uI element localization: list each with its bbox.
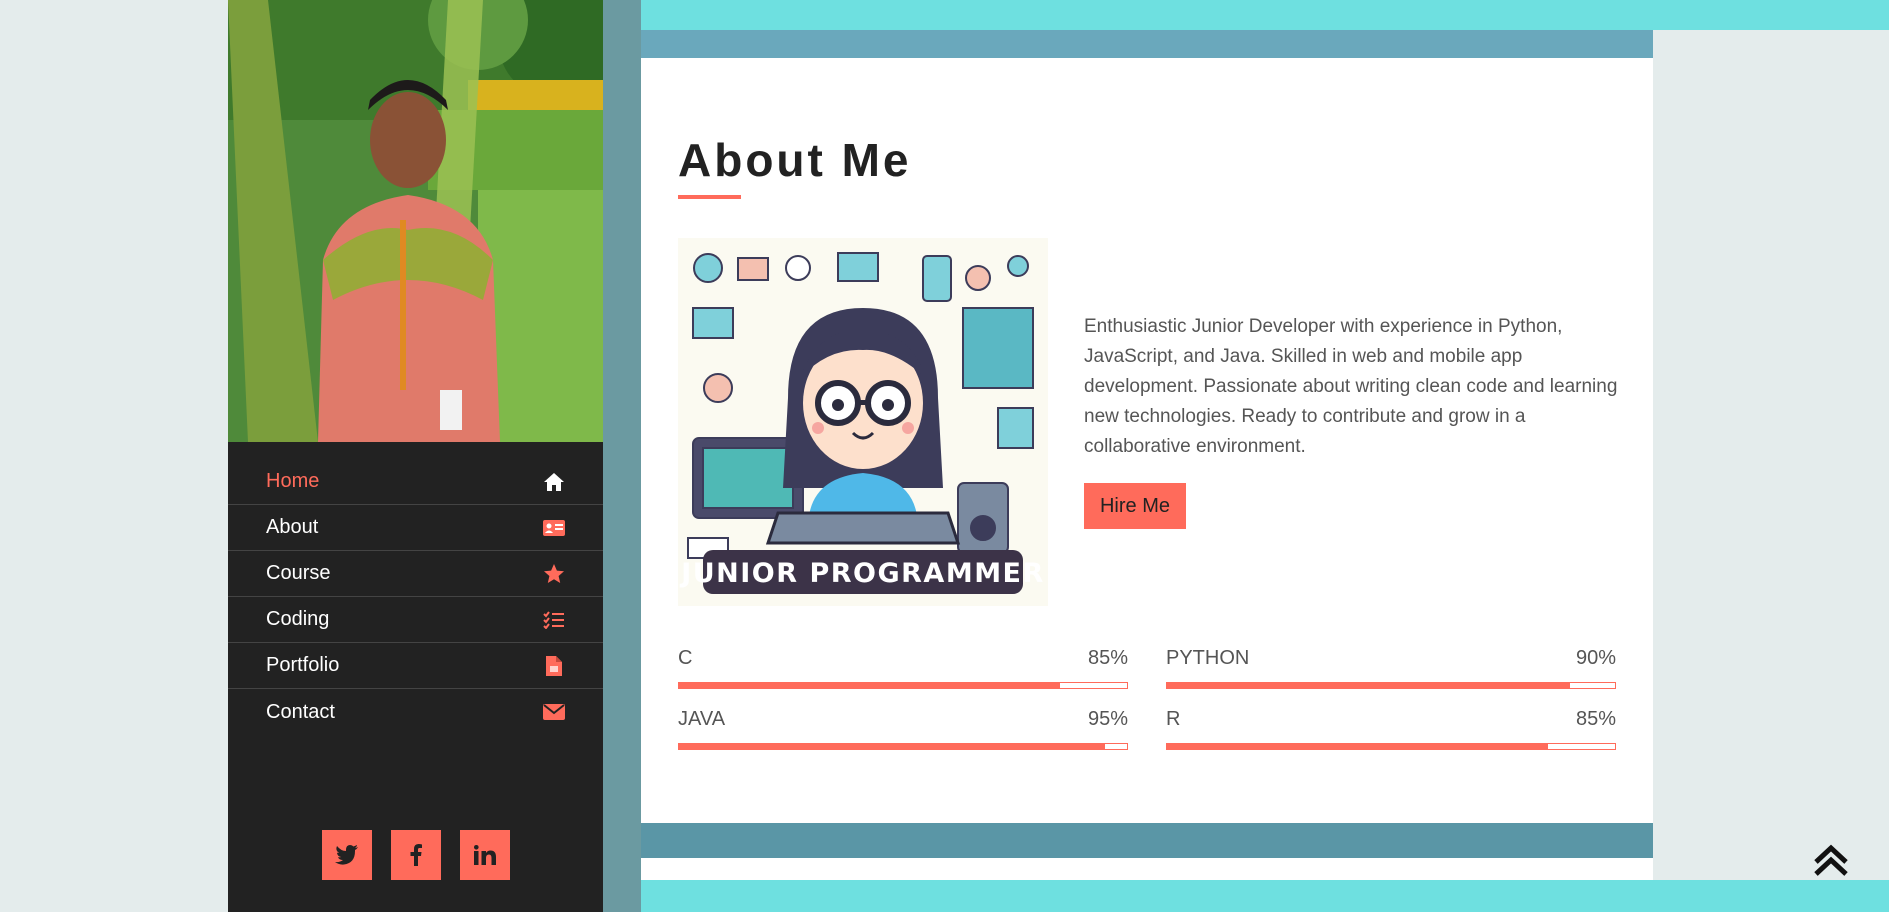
skill-bar [1166,682,1616,689]
nav-item-coding[interactable]: Coding [228,597,603,643]
skill-python: PYTHON 90% [1166,647,1616,689]
twitter-button[interactable] [321,830,372,880]
double-chevron-up-icon [1814,844,1848,876]
nav-label: Contact [266,700,335,723]
nav-label: Portfolio [266,654,340,676]
facebook-button[interactable] [390,830,441,880]
twitter-icon [334,845,358,865]
nav-item-about[interactable]: About [228,505,603,551]
skill-name: R [1166,708,1181,730]
envelope-icon [542,700,566,724]
nav-item-contact[interactable]: Contact [228,689,603,735]
skill-bar [1166,743,1616,750]
skill-bar-fill [679,744,1105,749]
section-title: About Me [678,134,912,186]
skill-r: R 85% [1166,708,1616,750]
illustration-caption: JUNIOR PROGRAMMER [679,558,1045,589]
decorative-band [641,858,1653,880]
file-icon [542,654,566,678]
skill-name: PYTHON [1166,647,1250,669]
decorative-band [641,0,1889,30]
bio-text: Enthusiastic Junior Developer with exper… [1084,316,1618,457]
skill-bar-fill [679,683,1060,688]
nav-item-home[interactable]: Home [228,459,603,505]
title-underline [678,195,741,199]
decorative-band [641,880,1889,912]
skill-name: C [678,647,693,669]
decorative-band [641,823,1653,858]
social-links [228,830,603,880]
nav-label: About [266,516,319,538]
profile-photo [228,0,603,442]
skill-bar [678,682,1128,689]
sidebar: Home About Course Coding Portfolio Conta… [228,0,603,912]
skill-percent: 85% [1575,708,1616,730]
decorative-band [641,30,1653,58]
linkedin-icon [473,845,496,865]
nav-label: Coding [266,608,330,630]
skill-bar-fill [1167,683,1571,688]
skill-java: JAVA 95% [678,708,1128,750]
skill-c: C 85% [678,647,1128,689]
skill-percent: 85% [1087,647,1128,669]
decorative-band [603,0,641,912]
hire-me-button[interactable]: Hire Me [1084,483,1186,529]
skill-percent: 95% [1087,708,1128,730]
linkedin-button[interactable] [459,830,510,880]
skill-bar [678,743,1128,750]
facebook-icon [410,844,422,866]
skill-percent: 90% [1575,647,1616,669]
list-check-icon [542,608,566,632]
about-section: About Me JUNIOR PROGRAMMER Enthusiastic … [641,58,1653,823]
nav-item-portfolio[interactable]: Portfolio [228,643,603,689]
skill-name: JAVA [678,708,726,730]
nav-label: Home [266,470,320,492]
nav-item-course[interactable]: Course [228,551,603,597]
id-card-icon [542,516,566,540]
skill-bar-fill [1167,744,1548,749]
home-icon [542,470,566,494]
junior-programmer-illustration: JUNIOR PROGRAMMER [678,238,1048,606]
scroll-to-top-button[interactable] [1812,842,1850,878]
star-icon [542,562,566,586]
nav-label: Course [266,562,331,584]
sidebar-nav: Home About Course Coding Portfolio Conta… [228,459,603,735]
